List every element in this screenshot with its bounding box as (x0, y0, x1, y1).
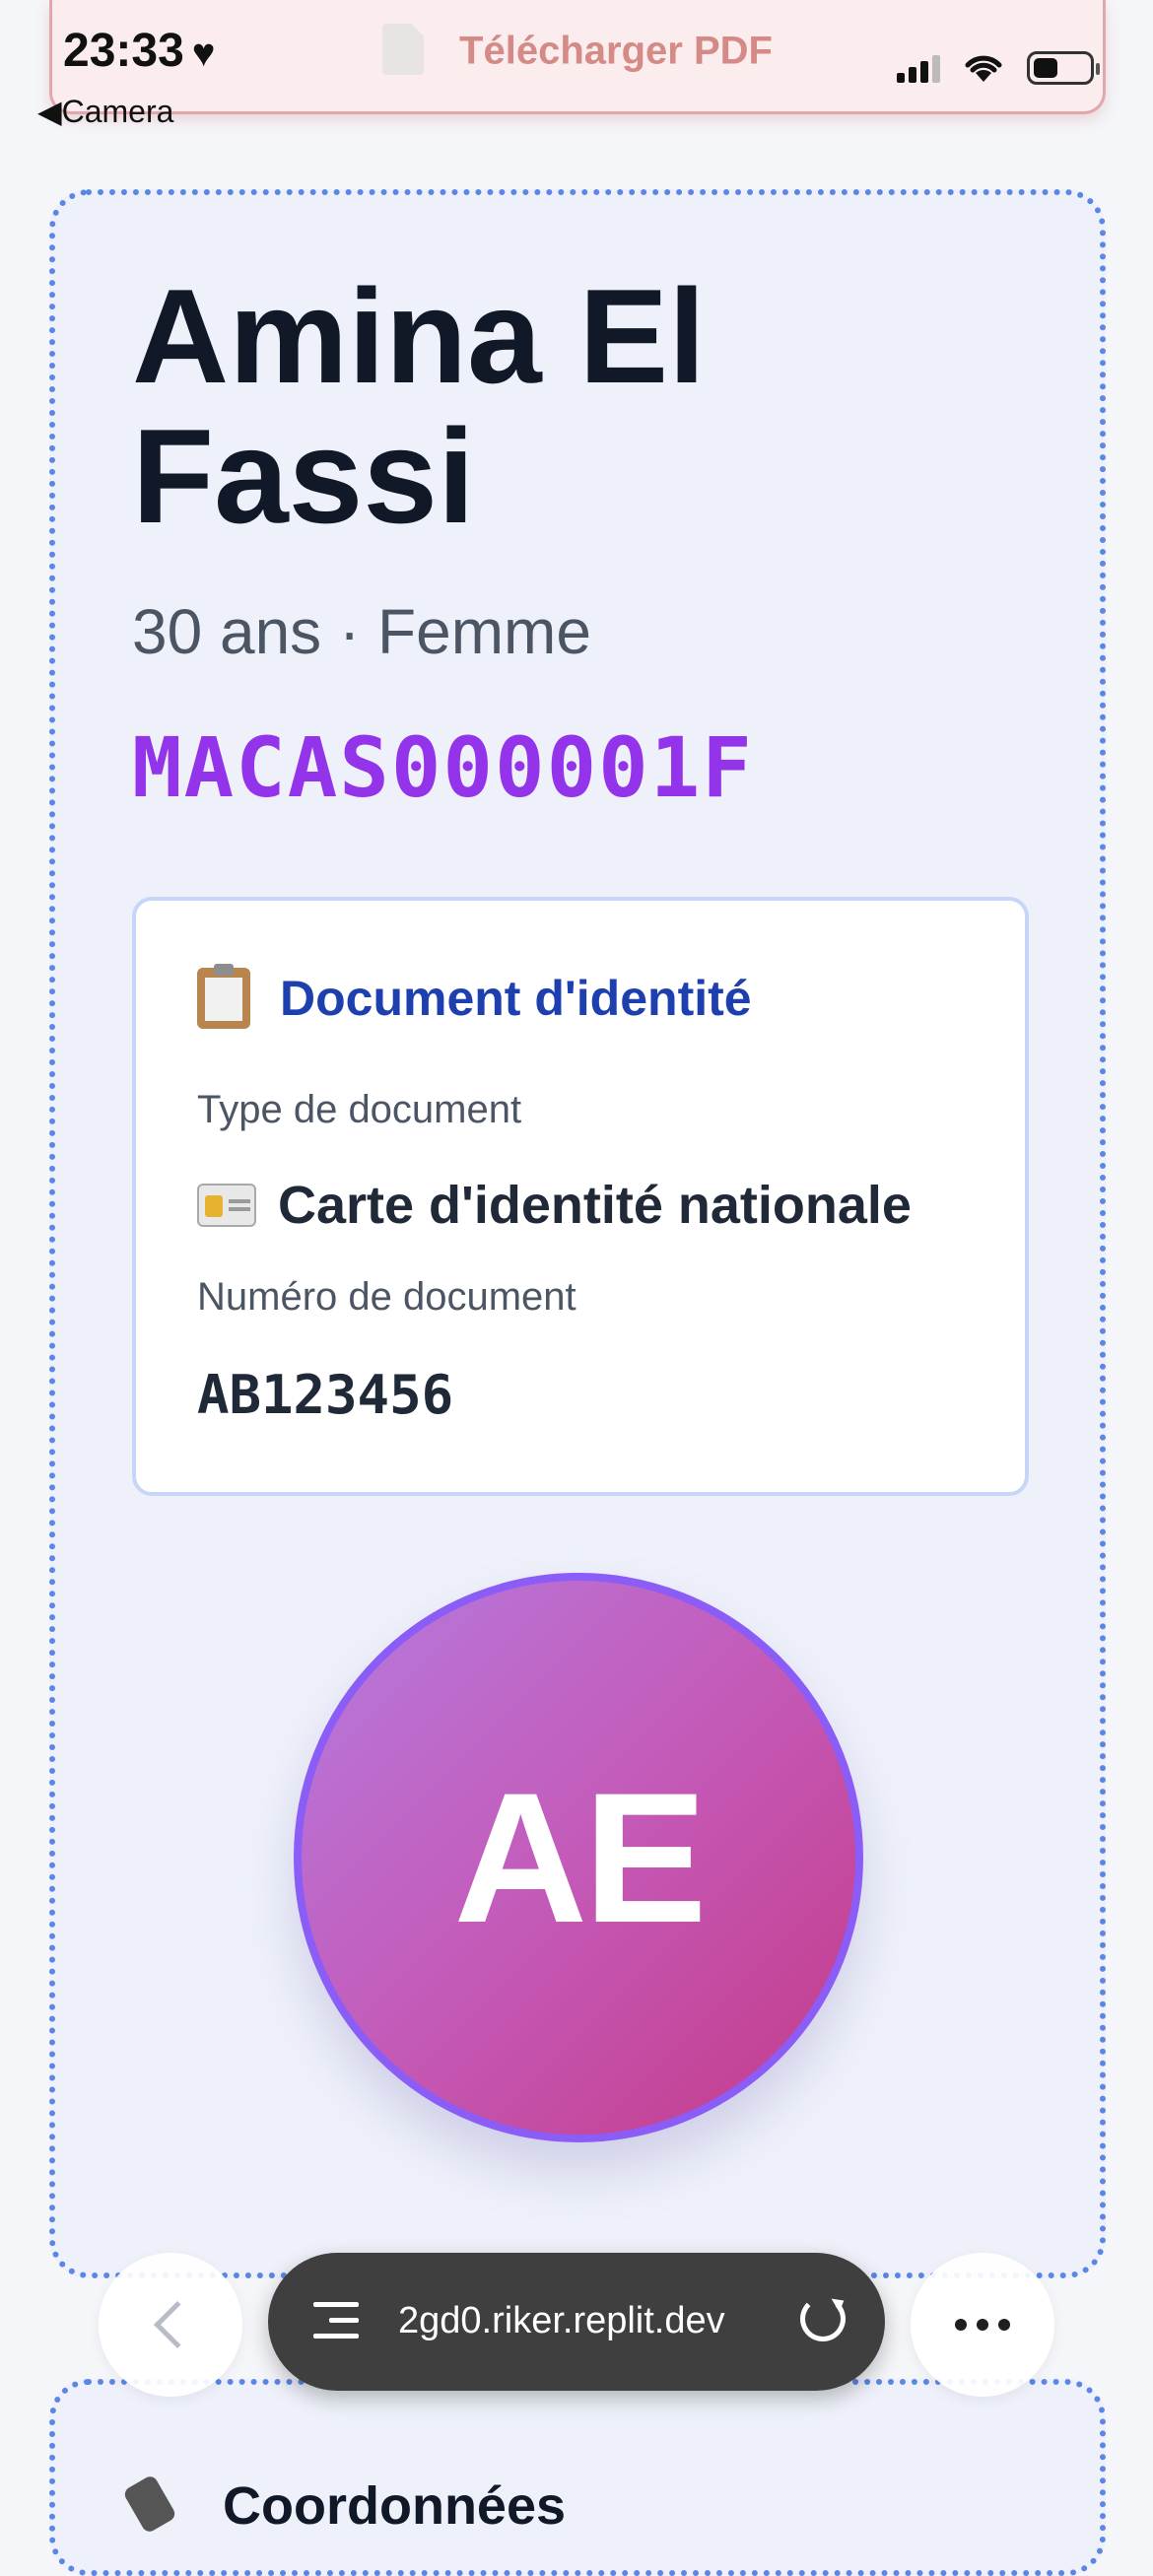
phone-icon (121, 2474, 178, 2535)
document-type-label: Type de document (197, 1088, 522, 1131)
tabs-icon[interactable] (313, 2298, 359, 2343)
identity-document-header: Document d'identité (197, 964, 752, 1029)
back-triangle-icon: ◀ (37, 94, 62, 129)
status-indicators (897, 51, 1100, 85)
contact-section-card: Coordonnées (49, 2379, 1106, 2576)
document-icon (382, 24, 425, 75)
patient-id: MACAS000001F (132, 719, 754, 816)
more-icon-dot (977, 2319, 988, 2331)
browser-back-button[interactable] (99, 2253, 242, 2397)
document-number-value: AB123456 (197, 1364, 454, 1426)
battery-icon (1027, 51, 1100, 85)
browser-more-button[interactable] (911, 2253, 1054, 2397)
contact-section-title: Coordonnées (223, 2476, 567, 2536)
back-to-camera-label: Camera (61, 94, 174, 129)
browser-address-bar[interactable]: 2gd0.riker.replit.dev (268, 2253, 885, 2391)
wifi-icon (965, 55, 1002, 82)
patient-age-sex: 30 ans · Femme (132, 596, 591, 667)
patient-name: Amina El Fassi (132, 261, 706, 551)
download-pdf-label: Télécharger PDF (459, 29, 773, 73)
more-icon-dot (955, 2319, 967, 2331)
document-type-value: Carte d'identité nationale (278, 1176, 912, 1235)
browser-url: 2gd0.riker.replit.dev (398, 2300, 725, 2341)
reload-icon[interactable] (800, 2296, 846, 2341)
document-type-row: Carte d'identité nationale (197, 1175, 912, 1236)
avatar-initials: AE (453, 1754, 707, 1961)
document-number-label: Numéro de document (197, 1275, 576, 1319)
patient-profile-card: Amina El Fassi 30 ans · Femme MACAS00000… (49, 189, 1106, 2278)
chevron-left-icon (153, 2300, 202, 2349)
back-to-camera-link[interactable]: ◀Camera (37, 93, 173, 130)
heart-icon: ♥ (191, 32, 216, 75)
status-time-row: 23:33 ♥ (63, 24, 216, 78)
signal-icon (897, 53, 940, 83)
identity-document-title: Document d'identité (280, 971, 752, 1026)
identity-document-section: Document d'identité Type de document Car… (132, 897, 1029, 1496)
id-card-icon (197, 1184, 256, 1227)
more-icon-dot (998, 2319, 1010, 2331)
clipboard-icon (197, 964, 250, 1029)
patient-avatar: AE (294, 1573, 863, 2142)
status-time: 23:33 (63, 25, 184, 77)
